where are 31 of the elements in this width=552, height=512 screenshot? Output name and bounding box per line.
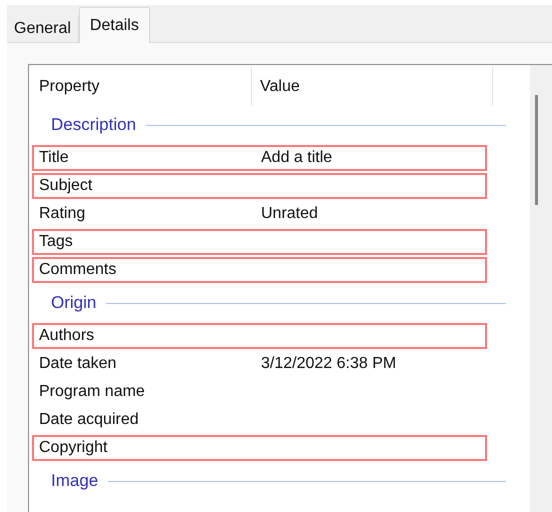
property-name: Program name [39,382,146,402]
property-row[interactable]: Authors [32,323,487,349]
property-name: Rating [39,204,86,224]
column-header[interactable]: Property [29,67,252,106]
tab[interactable]: Details [78,7,150,43]
group-heading: Image [51,470,98,492]
property-name: Copyright [39,438,108,458]
scrollbar[interactable] [530,65,552,512]
group-heading: Description [51,114,136,136]
property-row[interactable]: Tags [32,229,487,255]
property-value: Add a title [261,148,332,168]
property-name: Authors [39,326,96,346]
property-name: Date acquired [39,410,140,430]
property-row[interactable]: Program name [32,379,487,405]
property-row[interactable]: Copyright [32,435,487,461]
property-value: Unrated [261,204,318,224]
property-value: 3/12/2022 6:38 PM [261,354,396,374]
property-name: Date taken [39,354,118,374]
group-heading: Origin [51,292,96,314]
property-row[interactable]: Subject [32,173,487,199]
property-row[interactable]: Comments [32,257,487,283]
property-row[interactable]: Date acquired [32,407,487,433]
scrollbar-thumb[interactable] [535,95,538,205]
property-row[interactable]: Title Add a title [32,145,487,171]
column-header[interactable]: Value [252,67,493,106]
property-name: Comments [39,260,118,280]
property-row[interactable]: Rating Unrated [32,201,487,227]
property-name: Tags [39,232,74,252]
property-name: Title [39,148,70,168]
property-row[interactable]: Date taken 3/12/2022 6:38 PM [32,351,487,377]
property-name: Subject [39,176,94,196]
